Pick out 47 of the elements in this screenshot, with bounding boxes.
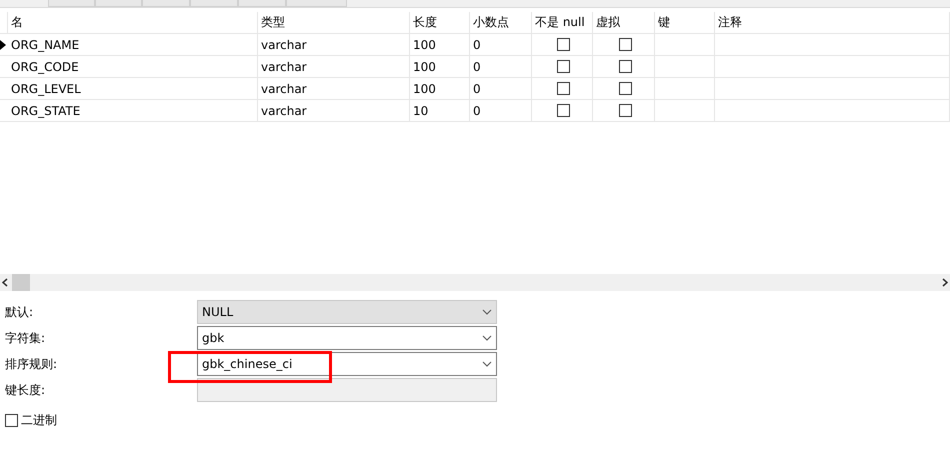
field-label: 排序规则: xyxy=(5,356,58,372)
table-cell: 0 xyxy=(473,104,481,118)
column-header[interactable]: 不是 null xyxy=(535,14,585,31)
table-cell: ORG_CODE xyxy=(11,60,79,74)
horizontal-scrollbar[interactable] xyxy=(0,274,950,291)
table-cell: 0 xyxy=(473,60,481,74)
field-label: 键长度: xyxy=(5,382,46,398)
checkbox[interactable] xyxy=(557,38,570,51)
table-cell: varchar xyxy=(261,82,307,96)
field-label: 字符集: xyxy=(5,330,46,346)
table-cell: varchar xyxy=(261,38,307,52)
chevron-right-icon[interactable] xyxy=(942,278,948,287)
column-header[interactable]: 长度 xyxy=(413,14,437,31)
chevron-down-icon xyxy=(482,309,492,315)
checkbox[interactable] xyxy=(618,38,632,51)
binary-checkbox[interactable]: 二进制 xyxy=(5,412,950,429)
table-cell: 100 xyxy=(413,60,436,74)
table-cell: ORG_NAME xyxy=(11,38,80,52)
column-header[interactable]: 名 xyxy=(11,14,23,31)
chevron-down-icon xyxy=(482,361,492,367)
dropdown[interactable]: gbk xyxy=(197,326,497,350)
column-header[interactable]: 虚拟 xyxy=(596,14,620,31)
column-header[interactable]: 类型 xyxy=(261,14,285,31)
field-label: 默认: xyxy=(5,304,34,320)
column-header[interactable]: 键 xyxy=(658,14,670,31)
column-header[interactable]: 注释 xyxy=(718,14,742,31)
chevron-left-icon[interactable] xyxy=(2,278,8,287)
table-cell: varchar xyxy=(261,60,307,74)
table-cell: 0 xyxy=(473,38,481,52)
checkbox[interactable] xyxy=(557,104,570,117)
table-cell: ORG_STATE xyxy=(11,104,80,118)
dropdown[interactable]: NULL xyxy=(197,300,497,324)
table-cell: 100 xyxy=(413,38,436,52)
table-cell: 10 xyxy=(413,104,428,118)
table-cell: varchar xyxy=(261,104,307,118)
column-header[interactable]: 小数点 xyxy=(473,14,509,31)
table-cell: 0 xyxy=(473,82,481,96)
checkbox[interactable] xyxy=(557,82,570,95)
scrollbar-thumb[interactable] xyxy=(12,274,30,291)
chevron-down-icon xyxy=(482,335,492,341)
checkbox[interactable] xyxy=(618,82,632,95)
checkbox[interactable] xyxy=(618,104,632,117)
checkbox[interactable] xyxy=(618,60,632,73)
table-cell: ORG_LEVEL xyxy=(11,82,81,96)
checkbox[interactable] xyxy=(557,60,570,73)
dropdown[interactable]: gbk_chinese_ci xyxy=(197,352,497,376)
table-cell: 100 xyxy=(413,82,436,96)
